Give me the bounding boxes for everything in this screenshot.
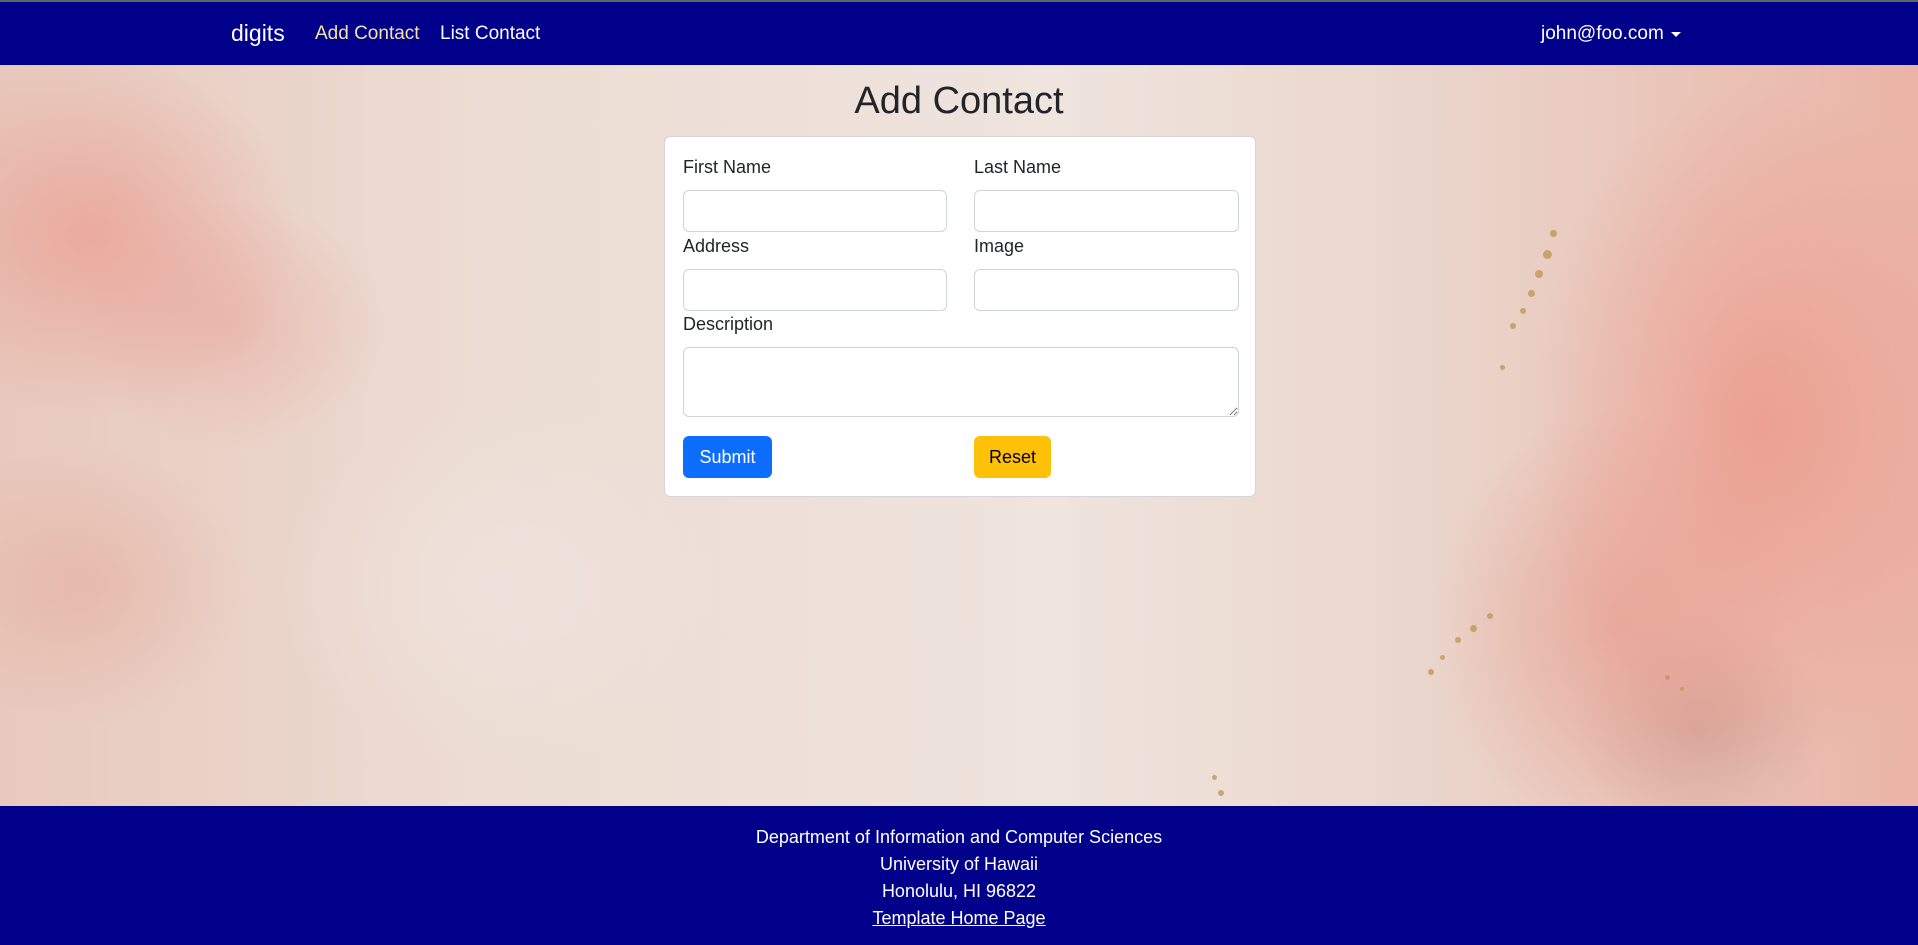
footer-address: Honolulu, HI 96822 bbox=[881, 881, 1037, 901]
image-input[interactable] bbox=[974, 269, 1239, 311]
gold-speck bbox=[1212, 775, 1217, 780]
add-contact-form: First Name Last Name Address Image Descr… bbox=[664, 136, 1256, 497]
gold-speck bbox=[1440, 655, 1445, 660]
description-textarea[interactable] bbox=[683, 347, 1239, 417]
submit-button[interactable]: Submit bbox=[683, 436, 772, 478]
gold-speck bbox=[1520, 308, 1526, 314]
footer-department: Department of Information and Computer S… bbox=[755, 827, 1163, 847]
user-dropdown[interactable]: john@foo.com bbox=[1541, 23, 1681, 45]
gold-speck bbox=[1528, 290, 1535, 297]
gold-speck bbox=[1428, 669, 1434, 675]
address-input[interactable] bbox=[683, 269, 947, 311]
gold-speck bbox=[1510, 323, 1516, 329]
last-name-label: Last Name bbox=[974, 157, 1062, 177]
gold-speck bbox=[1470, 625, 1477, 632]
template-home-link[interactable]: Template Home Page bbox=[872, 908, 1045, 928]
nav-add-contact[interactable]: Add Contact bbox=[315, 23, 420, 45]
first-name-input[interactable] bbox=[683, 190, 947, 232]
address-label: Address bbox=[683, 236, 750, 256]
gold-speck bbox=[1487, 613, 1493, 619]
nav-list-contact[interactable]: List Contact bbox=[440, 23, 540, 45]
gold-speck bbox=[1550, 230, 1557, 237]
gold-speck bbox=[1665, 675, 1670, 680]
caret-down-icon bbox=[1670, 31, 1681, 37]
user-email: john@foo.com bbox=[1541, 23, 1664, 44]
reset-button[interactable]: Reset bbox=[974, 436, 1051, 478]
page-footer: Department of Information and Computer S… bbox=[0, 806, 1918, 945]
gold-speck bbox=[1535, 270, 1543, 278]
last-name-input[interactable] bbox=[974, 190, 1239, 232]
gold-speck bbox=[1543, 250, 1552, 259]
footer-university: University of Hawaii bbox=[879, 854, 1039, 874]
gold-speck bbox=[1680, 687, 1684, 691]
first-name-label: First Name bbox=[683, 157, 772, 177]
brand-link[interactable]: digits bbox=[231, 20, 285, 47]
gold-speck bbox=[1455, 637, 1461, 643]
gold-speck bbox=[1218, 790, 1224, 796]
top-navbar: digits Add Contact List Contact john@foo… bbox=[0, 2, 1918, 65]
image-label: Image bbox=[974, 236, 1025, 256]
gold-speck bbox=[1500, 365, 1505, 370]
description-label: Description bbox=[683, 314, 774, 334]
page-title: Add Contact bbox=[854, 80, 1064, 122]
